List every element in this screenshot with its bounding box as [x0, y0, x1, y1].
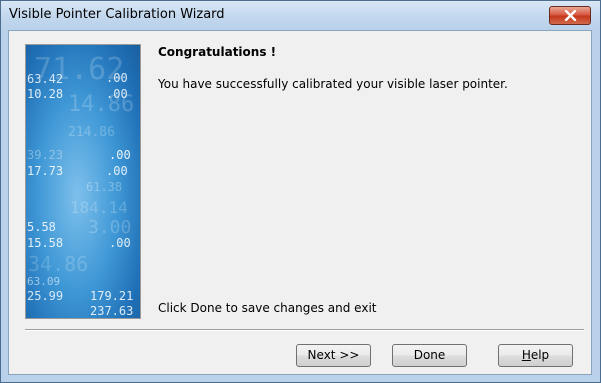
side-number: 61.38 — [86, 180, 122, 194]
side-number: .00 — [106, 164, 128, 178]
side-number: .00 — [109, 236, 131, 250]
side-number: 34.86 — [28, 252, 88, 276]
side-number: .00 — [109, 148, 131, 162]
wizard-heading: Congratulations ! — [158, 45, 277, 59]
close-button[interactable] — [549, 6, 591, 25]
side-number: .00 — [106, 71, 128, 85]
side-number: 17.73 — [27, 164, 63, 178]
done-button[interactable]: Done — [392, 344, 467, 367]
title-bar[interactable]: Visible Pointer Calibration Wizard — [1, 1, 600, 29]
side-number: 63.09 — [27, 275, 60, 288]
side-number: 5.58 — [27, 220, 56, 234]
wizard-hint: Click Done to save changes and exit — [158, 301, 377, 315]
side-number: .00 — [106, 87, 128, 101]
side-number: 39.23 — [27, 148, 63, 162]
next-button[interactable]: Next >> — [296, 344, 371, 367]
separator — [25, 329, 584, 331]
wizard-message: You have successfully calibrated your vi… — [158, 77, 508, 91]
help-button[interactable]: Help — [498, 344, 573, 367]
close-icon — [564, 10, 577, 21]
side-number: 15.58 — [27, 236, 63, 250]
help-label-rest: elp — [530, 348, 550, 362]
side-number: 184.14 — [70, 198, 128, 217]
side-number: 179.21 — [90, 289, 133, 303]
side-number: 3.00 — [88, 217, 131, 238]
side-number: 10.28 — [27, 87, 63, 101]
help-mnemonic: H — [521, 348, 531, 362]
side-image-numbers: 71.62 63.42 .00 10.28 14.86 .00 214.86 3… — [27, 52, 134, 318]
wizard-side-image: 71.62 63.42 .00 10.28 14.86 .00 214.86 3… — [25, 44, 141, 319]
side-number: 214.86 — [68, 125, 115, 140]
window-title: Visible Pointer Calibration Wizard — [9, 7, 225, 22]
wizard-window: Visible Pointer Calibration Wizard 71.62… — [0, 0, 601, 383]
wizard-body: 71.62 63.42 .00 10.28 14.86 .00 214.86 3… — [8, 30, 592, 375]
side-number: 25.99 — [27, 289, 63, 303]
side-number: 237.63 — [90, 304, 133, 318]
side-number: 63.42 — [27, 72, 63, 86]
